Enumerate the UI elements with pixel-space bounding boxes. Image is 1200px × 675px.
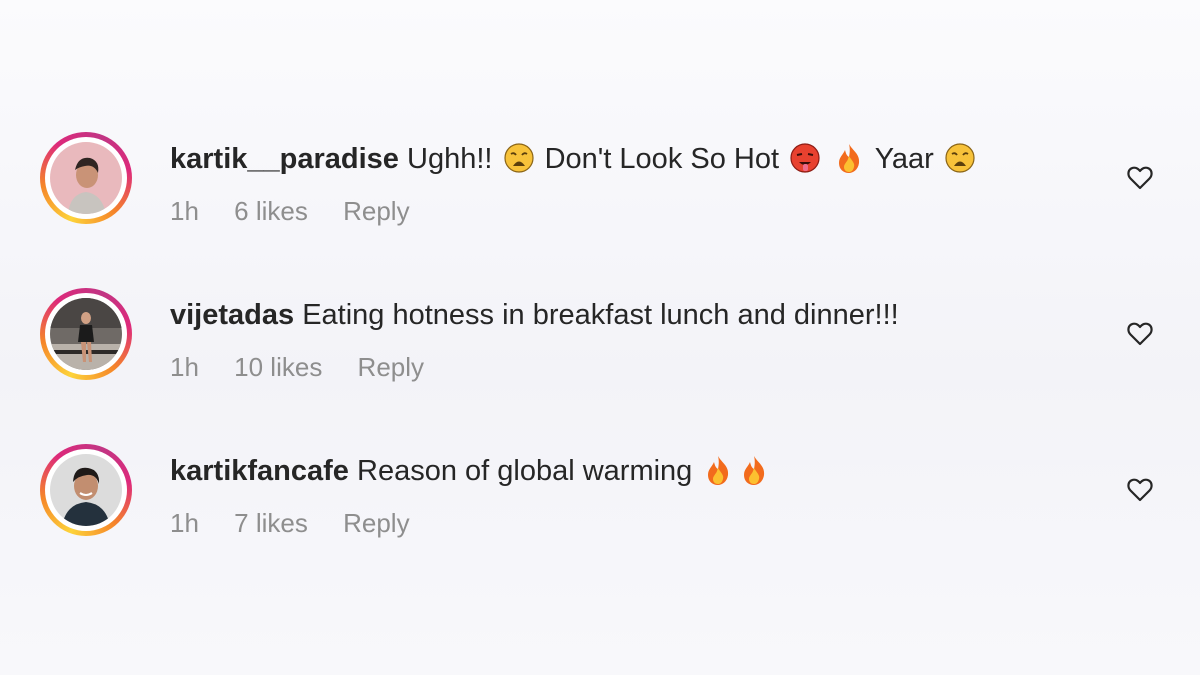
story-ring[interactable] xyxy=(40,288,132,380)
comment-likes[interactable]: 6 likes xyxy=(234,196,308,226)
reply-button[interactable]: Reply xyxy=(358,352,424,382)
comment-text: Eating hotness in breakfast lunch and di… xyxy=(302,299,899,331)
comment-item: vijetadas Eating hotness in breakfast lu… xyxy=(40,288,1170,388)
comment-time: 1h xyxy=(170,196,199,226)
story-ring[interactable] xyxy=(40,444,132,536)
comments-list: kartik__paradise Ughh!! Don't Look So Ho… xyxy=(0,0,1200,675)
reply-button[interactable]: Reply xyxy=(343,508,409,538)
comment-likes[interactable]: 7 likes xyxy=(234,508,308,538)
heart-icon[interactable] xyxy=(1125,474,1155,504)
story-ring[interactable] xyxy=(40,132,132,224)
comment-username[interactable]: kartik__paradise xyxy=(170,143,399,175)
avatar[interactable] xyxy=(50,142,122,214)
comment-meta: 1h 10 likes Reply xyxy=(170,352,1070,382)
hot-face-emoji xyxy=(790,143,820,173)
comment-text: Reason of global warming xyxy=(357,455,693,487)
avatar-image xyxy=(50,298,122,370)
avatar[interactable] xyxy=(50,298,122,370)
comment-text-line: kartikfancafe Reason of global warming xyxy=(170,452,1070,490)
avatar-image xyxy=(50,142,122,214)
comment-text: Yaar xyxy=(874,143,934,175)
weary-face-emoji xyxy=(503,143,534,173)
comment-username[interactable]: vijetadas xyxy=(170,299,294,331)
fire-emoji xyxy=(839,144,860,173)
comment-text-line: kartik__paradise Ughh!! Don't Look So Ho… xyxy=(170,140,1070,178)
comment-item: kartik__paradise Ughh!! Don't Look So Ho… xyxy=(40,132,1170,232)
heart-icon[interactable] xyxy=(1125,162,1155,192)
avatar[interactable] xyxy=(50,454,122,526)
comment-time: 1h xyxy=(170,352,199,382)
comment-text: Don't Look So Hot xyxy=(544,143,780,175)
weary-face-emoji xyxy=(945,143,975,173)
heart-icon[interactable] xyxy=(1125,318,1155,348)
comment-text: Ughh!! xyxy=(407,143,493,175)
comment-meta: 1h 7 likes Reply xyxy=(170,508,1070,538)
comment-item: kartikfancafe Reason of global warming 1… xyxy=(40,444,1170,544)
comment-username[interactable]: kartikfancafe xyxy=(170,455,349,487)
comment-time: 1h xyxy=(170,508,199,538)
fire-emoji xyxy=(708,456,729,485)
fire-emoji xyxy=(744,456,765,485)
comment-likes[interactable]: 10 likes xyxy=(234,352,322,382)
reply-button[interactable]: Reply xyxy=(343,196,409,226)
avatar-image xyxy=(50,454,122,526)
comment-text-line: vijetadas Eating hotness in breakfast lu… xyxy=(170,296,1070,334)
comment-meta: 1h 6 likes Reply xyxy=(170,196,1070,226)
